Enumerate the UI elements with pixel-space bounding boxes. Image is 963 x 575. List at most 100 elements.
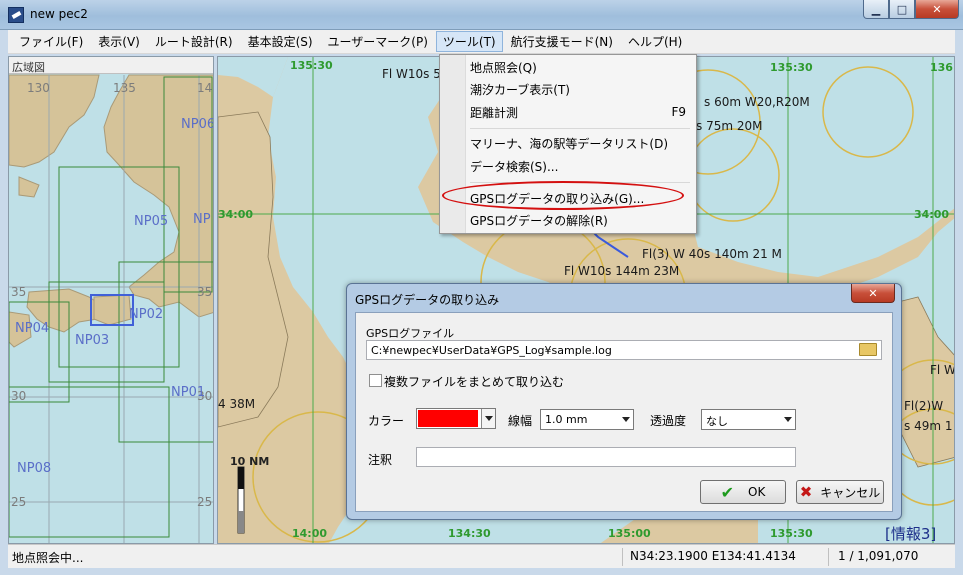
cancel-button[interactable]: ✖ キャンセル [796,480,884,504]
area-label[interactable]: NP01 [171,385,205,400]
light-label: s 75m 20M [696,119,763,133]
status-message: 地点照会中... [12,551,84,565]
light-label: Fl W [930,363,955,377]
multi-file-label[interactable]: 複数ファイルをまとめて取り込む [384,373,564,390]
lat-label: 35 [197,285,213,299]
scale-label: 10 NM [230,455,270,468]
line-width-label: 線幅 [508,414,533,428]
menu-file[interactable]: ファイル(F) [12,31,90,52]
window-controls: ▁ □ ✕ [863,0,959,19]
lon-label: 135 [113,81,136,95]
light-label: Fl W10s 144m 23M [564,264,680,278]
overview-map[interactable]: 広域図 130 135 14 35 30 25 35 30 25 NP06 NP… [8,56,214,544]
menu-item-shortcut: F9 [671,105,686,119]
area-label[interactable]: NP03 [75,333,109,348]
menu-item-data-search[interactable]: データ検索(S)... [470,155,686,177]
maximize-button[interactable]: □ [889,0,915,19]
menu-item-gps-release[interactable]: GPSログデータの解除(R) [470,209,686,231]
dialog-title: GPSログデータの取り込み [355,293,500,307]
light-label: s 60m W20,R20M [704,95,810,109]
status-coords: N34:23.1900 E134:41.4134 [630,549,796,563]
menu-item-point-query[interactable]: 地点照会(Q) [470,56,686,78]
lat-label: 35 [11,285,27,299]
window-title: new pec2 [30,7,88,21]
light-label: s 49m 1 [904,419,953,433]
line-width-select[interactable]: 1.0 mm [540,409,634,430]
app-icon [8,7,24,23]
grid-label: 34:00 [914,208,950,221]
status-scale: 1 / 1,091,070 [838,549,919,563]
menu-settings[interactable]: 基本設定(S) [241,31,320,52]
grid-label: 136 [930,61,953,74]
menu-view[interactable]: 表示(V) [91,31,147,52]
status-separator [622,548,623,566]
grid-label: 135:00 [608,527,651,540]
overview-title: 広域図 [9,57,213,74]
menu-user-mark[interactable]: ユーザーマーク(P) [321,31,435,52]
multi-file-checkbox[interactable] [369,374,382,387]
area-label[interactable]: NP02 [129,307,163,322]
menu-bar: ファイル(F) 表示(V) ルート設計(R) 基本設定(S) ユーザーマーク(P… [8,30,955,54]
folder-icon[interactable] [859,343,877,356]
transparency-select[interactable]: なし [701,409,796,430]
menu-help[interactable]: ヘルプ(H) [621,31,689,52]
note-input[interactable] [416,447,796,467]
gps-import-dialog: GPSログデータの取り込み ✕ GPSログファイル C:¥newpec¥User… [346,283,902,520]
lon-label: 14 [197,81,213,95]
grid-label: 135:30 [770,61,813,74]
light-label: 4 38M [218,397,256,411]
light-label: Fl(3) W 40s 140m 21 M [642,247,782,261]
menu-item-label: マリーナ、海の駅等データリスト(D) [470,136,669,151]
transparency-value: なし [706,415,728,428]
file-path-value: C:¥newpec¥UserData¥GPS_Log¥sample.log [371,344,612,357]
check-icon: ✔ [720,482,735,502]
transparency-label: 透過度 [650,414,687,428]
menu-route-design[interactable]: ルート設計(R) [148,31,240,52]
cancel-label: キャンセル [820,485,881,500]
area-label[interactable]: NP06 [181,117,213,132]
light-label: Fl(2)W [904,399,944,413]
grid-label: 34:00 [218,208,254,221]
chevron-down-icon[interactable] [481,409,495,428]
light-label: Fl W10s 5 [382,67,441,81]
highlight-ellipse [442,181,684,210]
color-picker[interactable] [416,408,496,429]
cancel-x-icon: ✖ [799,483,813,501]
status-separator [828,548,829,566]
status-bar: 地点照会中... N34:23.1900 E134:41.4134 1 / 1,… [8,544,955,568]
menu-separator [470,128,690,129]
area-label[interactable]: NP [193,212,211,227]
grid-label: 14:00 [292,527,328,540]
menu-item-tide-curve[interactable]: 潮汐カーブ表示(T) [470,78,686,100]
lat-label: 25 [197,495,213,509]
lat-label: 30 [11,389,27,403]
menu-item-label: 地点照会(Q) [470,60,537,75]
menu-gutter [440,55,466,233]
grid-label: 135:30 [770,527,813,540]
grid-label: 135:30 [290,59,333,72]
color-label: カラー [368,414,405,428]
menu-item-label: GPSログデータの解除(R) [470,213,608,228]
menu-navigation-mode[interactable]: 航行支援モード(N) [504,31,620,52]
area-label[interactable]: NP08 [17,461,51,476]
menu-item-label: 潮汐カーブ表示(T) [470,82,570,97]
dialog-body: GPSログファイル C:¥newpec¥UserData¥GPS_Log¥sam… [355,312,893,512]
close-button[interactable]: ✕ [915,0,959,19]
area-label[interactable]: NP05 [134,214,168,229]
menu-item-marina-list[interactable]: マリーナ、海の駅等データリスト(D) [470,132,686,154]
title-bar: new pec2 ▁ □ ✕ [0,0,963,30]
file-path-field[interactable]: C:¥newpec¥UserData¥GPS_Log¥sample.log [366,340,882,360]
info-label[interactable]: [情報3] [885,523,936,543]
menu-item-distance[interactable]: 距離計測 F9 [470,101,686,123]
menu-tools[interactable]: ツール(T) [435,31,503,52]
menu-item-label: 距離計測 [470,105,519,120]
file-label: GPSログファイル [366,327,455,340]
minimize-button[interactable]: ▁ [863,0,889,19]
lon-label: 130 [27,81,50,95]
dialog-close-button[interactable]: ✕ [851,284,895,303]
color-swatch [418,410,478,427]
chevron-down-icon [784,417,792,422]
ok-button[interactable]: ✔ OK [700,480,786,504]
chevron-down-icon [622,417,630,422]
area-label[interactable]: NP04 [15,321,49,336]
